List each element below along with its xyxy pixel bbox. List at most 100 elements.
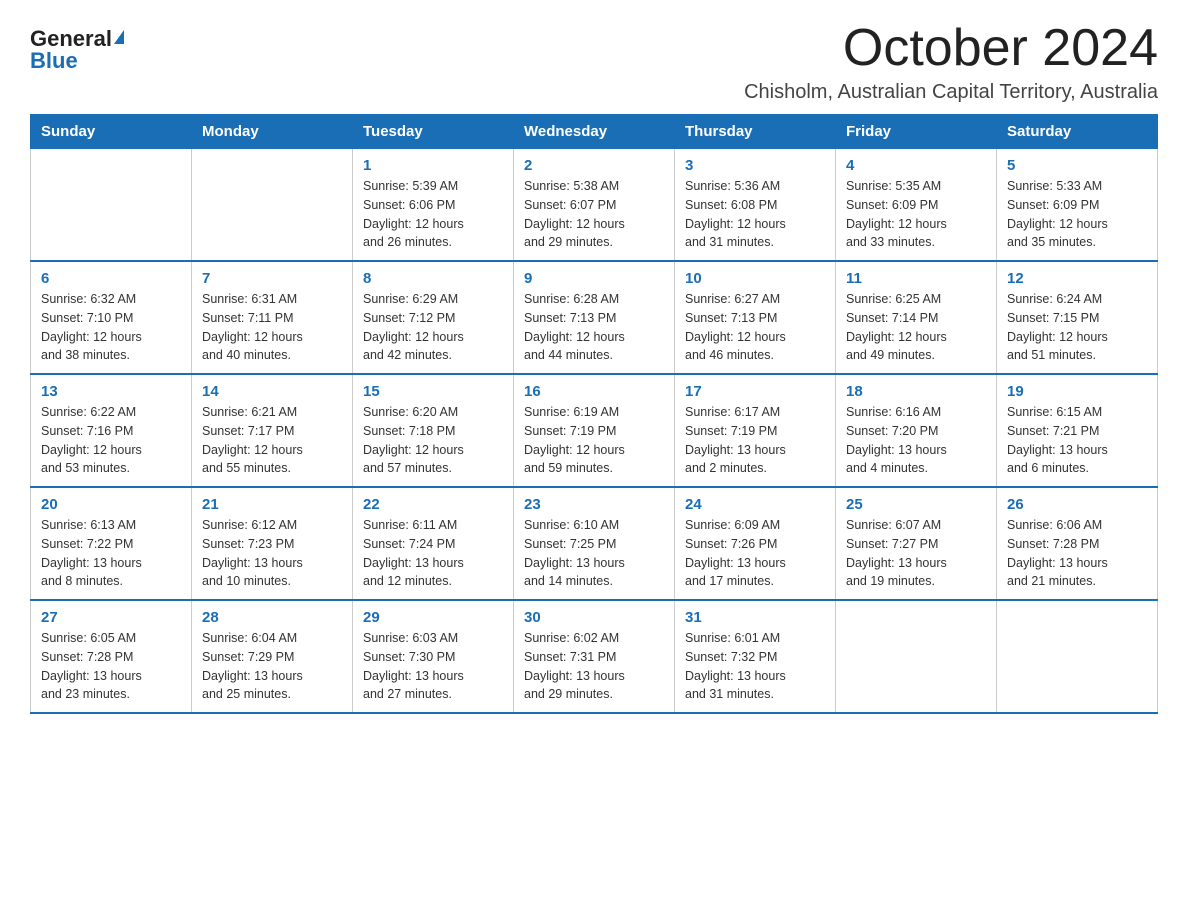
- calendar-cell: 3Sunrise: 5:36 AMSunset: 6:08 PMDaylight…: [675, 149, 836, 262]
- day-number: 24: [685, 496, 825, 513]
- calendar-cell: 8 Sunrise: 6:29 AMSunset: 7:12 PMDaylight…: [353, 261, 514, 374]
- calendar-cell: [192, 149, 353, 262]
- day-number: 8: [363, 270, 503, 287]
- calendar-cell: 17 Sunrise: 6:17 AMSunset: 7:19 PMDayligh…: [675, 374, 836, 487]
- header-row: SundayMondayTuesdayWednesdayThursdayFrid…: [31, 115, 1158, 149]
- day-info: Sunrise: 6:05 AMSunset: 7:28 PMDaylight:…: [41, 629, 181, 704]
- day-number: 12: [1007, 270, 1147, 287]
- day-number: 27: [41, 609, 181, 626]
- calendar-table: SundayMondayTuesdayWednesdayThursdayFrid…: [30, 114, 1158, 714]
- title-block: October 2024 Chisholm, Australian Capita…: [744, 20, 1158, 104]
- calendar-cell: 13 Sunrise: 6:22 AMSunset: 7:16 PMDayligh…: [31, 374, 192, 487]
- day-info: Sunrise: 6:31 AMSunset: 7:11 PMDaylight:…: [202, 290, 342, 365]
- calendar-header: SundayMondayTuesdayWednesdayThursdayFrid…: [31, 115, 1158, 149]
- day-info: Sunrise: 5:33 AMSunset: 6:09 PMDaylight:…: [1007, 177, 1147, 252]
- day-number: 5: [1007, 157, 1147, 174]
- day-info: Sunrise: 6:06 AMSunset: 7:28 PMDaylight:…: [1007, 516, 1147, 591]
- day-number: 4: [846, 157, 986, 174]
- calendar-cell: 25 Sunrise: 6:07 AMSunset: 7:27 PMDayligh…: [836, 487, 997, 600]
- day-info: Sunrise: 6:21 AMSunset: 7:17 PMDaylight:…: [202, 403, 342, 478]
- day-info: Sunrise: 6:17 AMSunset: 7:19 PMDaylight:…: [685, 403, 825, 478]
- calendar-cell: 2Sunrise: 5:38 AMSunset: 6:07 PMDaylight…: [514, 149, 675, 262]
- week-row-1: 1Sunrise: 5:39 AMSunset: 6:06 PMDaylight…: [31, 149, 1158, 262]
- logo-blue: Blue: [30, 50, 78, 72]
- calendar-cell: [997, 600, 1158, 713]
- day-number: 29: [363, 609, 503, 626]
- calendar-cell: 27 Sunrise: 6:05 AMSunset: 7:28 PMDayligh…: [31, 600, 192, 713]
- calendar-cell: 9 Sunrise: 6:28 AMSunset: 7:13 PMDaylight…: [514, 261, 675, 374]
- day-info: Sunrise: 6:07 AMSunset: 7:27 PMDaylight:…: [846, 516, 986, 591]
- day-info: Sunrise: 6:19 AMSunset: 7:19 PMDaylight:…: [524, 403, 664, 478]
- calendar-cell: 31 Sunrise: 6:01 AMSunset: 7:32 PMDayligh…: [675, 600, 836, 713]
- day-info: Sunrise: 6:28 AMSunset: 7:13 PMDaylight:…: [524, 290, 664, 365]
- day-info: Sunrise: 6:24 AMSunset: 7:15 PMDaylight:…: [1007, 290, 1147, 365]
- day-number: 31: [685, 609, 825, 626]
- calendar-cell: 24 Sunrise: 6:09 AMSunset: 7:26 PMDayligh…: [675, 487, 836, 600]
- day-number: 6: [41, 270, 181, 287]
- week-row-3: 13 Sunrise: 6:22 AMSunset: 7:16 PMDayligh…: [31, 374, 1158, 487]
- logo: General Blue: [30, 28, 124, 72]
- calendar-cell: 4 Sunrise: 5:35 AMSunset: 6:09 PMDaylight…: [836, 149, 997, 262]
- day-info: Sunrise: 6:15 AMSunset: 7:21 PMDaylight:…: [1007, 403, 1147, 478]
- calendar-cell: 22 Sunrise: 6:11 AMSunset: 7:24 PMDayligh…: [353, 487, 514, 600]
- calendar-cell: 18Sunrise: 6:16 AMSunset: 7:20 PMDayligh…: [836, 374, 997, 487]
- day-info: Sunrise: 6:10 AMSunset: 7:25 PMDaylight:…: [524, 516, 664, 591]
- day-number: 3: [685, 157, 825, 174]
- calendar-cell: 20 Sunrise: 6:13 AMSunset: 7:22 PMDayligh…: [31, 487, 192, 600]
- calendar-cell: 6 Sunrise: 6:32 AMSunset: 7:10 PMDaylight…: [31, 261, 192, 374]
- calendar-cell: 23 Sunrise: 6:10 AMSunset: 7:25 PMDayligh…: [514, 487, 675, 600]
- day-info: Sunrise: 6:09 AMSunset: 7:26 PMDaylight:…: [685, 516, 825, 591]
- day-info: Sunrise: 6:11 AMSunset: 7:24 PMDaylight:…: [363, 516, 503, 591]
- day-info: Sunrise: 6:29 AMSunset: 7:12 PMDaylight:…: [363, 290, 503, 365]
- month-title: October 2024: [744, 20, 1158, 77]
- day-number: 16: [524, 383, 664, 400]
- col-header-wednesday: Wednesday: [514, 115, 675, 149]
- calendar-cell: 28Sunrise: 6:04 AMSunset: 7:29 PMDayligh…: [192, 600, 353, 713]
- col-header-saturday: Saturday: [997, 115, 1158, 149]
- day-info: Sunrise: 6:12 AMSunset: 7:23 PMDaylight:…: [202, 516, 342, 591]
- calendar-cell: 5 Sunrise: 5:33 AMSunset: 6:09 PMDaylight…: [997, 149, 1158, 262]
- logo-triangle-icon: [114, 30, 124, 44]
- day-info: Sunrise: 6:02 AMSunset: 7:31 PMDaylight:…: [524, 629, 664, 704]
- day-info: Sunrise: 6:16 AMSunset: 7:20 PMDaylight:…: [846, 403, 986, 478]
- day-number: 26: [1007, 496, 1147, 513]
- day-number: 28: [202, 609, 342, 626]
- day-info: Sunrise: 6:22 AMSunset: 7:16 PMDaylight:…: [41, 403, 181, 478]
- day-number: 9: [524, 270, 664, 287]
- calendar-cell: 29 Sunrise: 6:03 AMSunset: 7:30 PMDayligh…: [353, 600, 514, 713]
- calendar-cell: [836, 600, 997, 713]
- day-number: 21: [202, 496, 342, 513]
- day-number: 15: [363, 383, 503, 400]
- day-number: 25: [846, 496, 986, 513]
- day-number: 13: [41, 383, 181, 400]
- calendar-cell: 15Sunrise: 6:20 AMSunset: 7:18 PMDayligh…: [353, 374, 514, 487]
- calendar-cell: 14 Sunrise: 6:21 AMSunset: 7:17 PMDayligh…: [192, 374, 353, 487]
- day-info: Sunrise: 6:25 AMSunset: 7:14 PMDaylight:…: [846, 290, 986, 365]
- calendar-body: 1Sunrise: 5:39 AMSunset: 6:06 PMDaylight…: [31, 149, 1158, 714]
- calendar-cell: 1Sunrise: 5:39 AMSunset: 6:06 PMDaylight…: [353, 149, 514, 262]
- day-info: Sunrise: 6:01 AMSunset: 7:32 PMDaylight:…: [685, 629, 825, 704]
- location-title: Chisholm, Australian Capital Territory, …: [744, 81, 1158, 104]
- day-info: Sunrise: 6:32 AMSunset: 7:10 PMDaylight:…: [41, 290, 181, 365]
- day-number: 14: [202, 383, 342, 400]
- day-info: Sunrise: 6:13 AMSunset: 7:22 PMDaylight:…: [41, 516, 181, 591]
- day-info: Sunrise: 6:27 AMSunset: 7:13 PMDaylight:…: [685, 290, 825, 365]
- day-info: Sunrise: 6:03 AMSunset: 7:30 PMDaylight:…: [363, 629, 503, 704]
- col-header-friday: Friday: [836, 115, 997, 149]
- week-row-4: 20 Sunrise: 6:13 AMSunset: 7:22 PMDayligh…: [31, 487, 1158, 600]
- week-row-5: 27 Sunrise: 6:05 AMSunset: 7:28 PMDayligh…: [31, 600, 1158, 713]
- day-number: 30: [524, 609, 664, 626]
- day-number: 17: [685, 383, 825, 400]
- day-number: 20: [41, 496, 181, 513]
- calendar-cell: 21 Sunrise: 6:12 AMSunset: 7:23 PMDayligh…: [192, 487, 353, 600]
- day-number: 7: [202, 270, 342, 287]
- calendar-cell: 19Sunrise: 6:15 AMSunset: 7:21 PMDayligh…: [997, 374, 1158, 487]
- calendar-cell: 12 Sunrise: 6:24 AMSunset: 7:15 PMDayligh…: [997, 261, 1158, 374]
- calendar-cell: 30 Sunrise: 6:02 AMSunset: 7:31 PMDayligh…: [514, 600, 675, 713]
- page-header: General Blue October 2024 Chisholm, Aust…: [30, 20, 1158, 104]
- calendar-cell: 11Sunrise: 6:25 AMSunset: 7:14 PMDayligh…: [836, 261, 997, 374]
- day-number: 22: [363, 496, 503, 513]
- calendar-cell: 7 Sunrise: 6:31 AMSunset: 7:11 PMDaylight…: [192, 261, 353, 374]
- day-number: 23: [524, 496, 664, 513]
- day-info: Sunrise: 5:35 AMSunset: 6:09 PMDaylight:…: [846, 177, 986, 252]
